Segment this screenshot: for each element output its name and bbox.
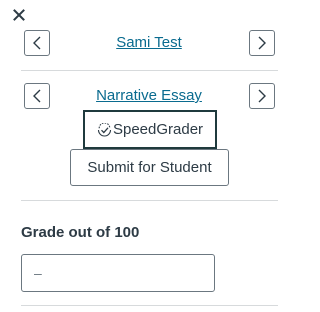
chevron-left-icon: [33, 36, 41, 50]
previous-assignment-button[interactable]: [24, 83, 50, 109]
assignment-name-link[interactable]: Narrative Essay: [50, 86, 248, 106]
speedgrader-link[interactable]: SpeedGrader: [83, 110, 217, 149]
divider: [21, 70, 278, 71]
divider: [21, 200, 278, 201]
submit-for-student-button[interactable]: Submit for Student: [70, 149, 229, 186]
speedgrader-icon: [97, 122, 112, 137]
close-icon: [13, 9, 25, 21]
grade-input[interactable]: [21, 254, 215, 292]
student-name-link[interactable]: Sami Test: [50, 33, 248, 53]
chevron-left-icon: [33, 89, 41, 103]
student-context-panel: Sami Test Narrative Essay SpeedGrader Su…: [0, 0, 305, 312]
chevron-right-icon: [258, 36, 266, 50]
divider: [21, 305, 278, 306]
speedgrader-label: SpeedGrader: [112, 121, 204, 138]
grade-label: Grade out of 100: [21, 224, 140, 241]
close-button[interactable]: [11, 7, 27, 23]
next-assignment-button[interactable]: [249, 83, 275, 109]
chevron-right-icon: [258, 89, 266, 103]
previous-student-button[interactable]: [24, 30, 50, 56]
next-student-button[interactable]: [249, 30, 275, 56]
